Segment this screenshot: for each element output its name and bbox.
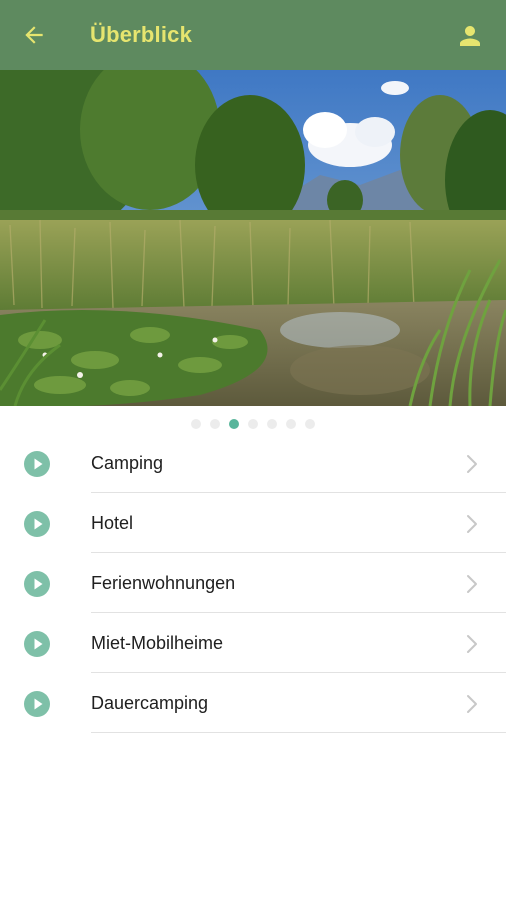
menu-item-label: Ferienwohnungen [91, 573, 236, 593]
play-circle-icon [24, 691, 50, 717]
page-title: Überblick [90, 22, 193, 47]
carousel-dot[interactable] [210, 419, 220, 429]
carousel-dot[interactable] [305, 419, 315, 429]
carousel-dot[interactable] [191, 419, 201, 429]
profile-button[interactable] [452, 18, 488, 54]
chevron-right-icon [467, 515, 477, 533]
carousel-dot[interactable] [248, 419, 258, 429]
play-circle-icon [24, 571, 50, 597]
play-circle-icon [24, 451, 50, 477]
carousel-dot[interactable] [286, 419, 296, 429]
menu-item[interactable]: Ferienwohnungen [0, 553, 506, 613]
carousel-indicator [0, 419, 506, 431]
menu-item[interactable]: Miet-Mobilheime [0, 613, 506, 673]
app-bar: Überblick [0, 0, 506, 70]
menu-item-label: Camping [91, 453, 164, 473]
carousel-dot[interactable] [229, 419, 239, 429]
chevron-right-icon [467, 695, 477, 713]
menu-item[interactable]: Hotel [0, 493, 506, 553]
arrow-left-icon [25, 26, 43, 44]
menu-item[interactable]: Dauercamping [0, 673, 506, 733]
menu-list: Camping Hotel Ferienwohnungen Miet-Mobilhei… [0, 433, 506, 733]
back-button[interactable] [14, 15, 54, 55]
menu-item-label: Dauercamping [91, 693, 209, 713]
menu-item[interactable]: Camping [0, 433, 506, 493]
menu-item-label: Miet-Mobilheime [91, 633, 224, 653]
chevron-right-icon [467, 575, 477, 593]
pond-landscape-illustration [0, 70, 506, 406]
menu-item-label: Hotel [91, 513, 134, 533]
person-icon [460, 26, 480, 46]
carousel-dot[interactable] [267, 419, 277, 429]
play-circle-icon [24, 631, 50, 657]
play-circle-icon [24, 511, 50, 537]
chevron-right-icon [467, 635, 477, 653]
hero-image[interactable] [0, 70, 506, 406]
chevron-right-icon [467, 455, 477, 473]
divider [91, 732, 506, 733]
